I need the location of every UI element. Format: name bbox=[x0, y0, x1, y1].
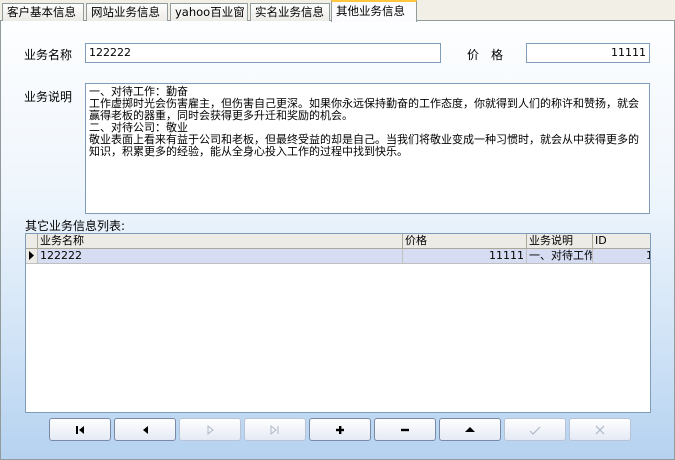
tab-customer-info[interactable]: 客户基本信息 bbox=[2, 3, 84, 21]
business-desc-memo[interactable]: 一、对待工作：勤奋 工作虚掷时光会伤害雇主，但伤害自己更深。如果你永远保持勤奋的… bbox=[85, 83, 650, 214]
tab-bar: 客户基本信息 网站业务信息 yahoo百业窗 实名业务信息 其他业务信息 bbox=[0, 0, 675, 22]
desc-line: 工作虚掷时光会伤害雇主，但伤害自己更深。如果你永远保持勤奋的工作态度，你就得到人… bbox=[89, 97, 639, 122]
column-header-name[interactable]: 业务名称 bbox=[38, 234, 403, 249]
column-header-id[interactable]: ID bbox=[593, 234, 650, 249]
prior-icon bbox=[143, 425, 148, 434]
price-input[interactable]: 11111 bbox=[526, 43, 650, 63]
first-record-button[interactable] bbox=[49, 418, 111, 441]
list-title: 其它业务信息列表: bbox=[25, 219, 126, 233]
up-triangle-icon bbox=[465, 426, 475, 432]
business-list-grid[interactable]: 业务名称 价格 业务说明 ID 122222 11111 一、对待工作 16 bbox=[25, 233, 651, 413]
business-name-input[interactable]: 122222 bbox=[85, 43, 441, 63]
cell-price[interactable]: 11111 bbox=[403, 249, 527, 264]
row-indicator-header bbox=[26, 234, 38, 249]
cell-desc[interactable]: 一、对待工作 bbox=[527, 249, 593, 264]
row-pointer-icon bbox=[29, 251, 34, 260]
business-name-label: 业务名称 bbox=[24, 48, 73, 62]
post-record-button[interactable] bbox=[504, 418, 566, 441]
prior-record-button[interactable] bbox=[114, 418, 176, 441]
last-record-button[interactable] bbox=[244, 418, 306, 441]
grid-header: 业务名称 价格 业务说明 ID bbox=[26, 234, 650, 249]
tab-realname-business[interactable]: 实名业务信息 bbox=[250, 3, 330, 21]
row-indicator bbox=[26, 249, 38, 264]
tab-website-business[interactable]: 网站业务信息 bbox=[86, 3, 168, 21]
last-icon bbox=[270, 424, 279, 435]
cell-id[interactable]: 16 bbox=[593, 249, 650, 264]
first-icon bbox=[76, 425, 84, 434]
delete-record-button[interactable] bbox=[374, 418, 436, 441]
column-header-price[interactable]: 价格 bbox=[403, 234, 527, 249]
cancel-record-button[interactable] bbox=[569, 418, 631, 441]
tab-yahoo[interactable]: yahoo百业窗 bbox=[170, 3, 248, 21]
desc-line: 敬业表面上看来有益于公司和老板，但最终受益的却是自己。当我们将敬业变成一种习惯时… bbox=[89, 133, 639, 158]
check-icon bbox=[529, 426, 541, 435]
plus-icon bbox=[336, 425, 344, 434]
business-desc-label: 业务说明 bbox=[24, 90, 73, 104]
next-record-button[interactable] bbox=[179, 418, 241, 441]
next-icon bbox=[207, 424, 214, 435]
cancel-icon bbox=[595, 425, 605, 434]
price-label: 价 格 bbox=[467, 48, 504, 62]
insert-record-button[interactable] bbox=[309, 418, 371, 441]
tab-other-business[interactable]: 其他业务信息 bbox=[331, 0, 417, 22]
minus-icon bbox=[401, 428, 409, 431]
edit-record-button[interactable] bbox=[439, 418, 501, 441]
table-row[interactable]: 122222 11111 一、对待工作 16 bbox=[26, 249, 650, 264]
cell-name[interactable]: 122222 bbox=[38, 249, 403, 264]
column-header-desc[interactable]: 业务说明 bbox=[527, 234, 593, 249]
tab-panel: 业务名称 122222 价 格 11111 业务说明 一、对待工作：勤奋 工作虚… bbox=[0, 21, 675, 460]
